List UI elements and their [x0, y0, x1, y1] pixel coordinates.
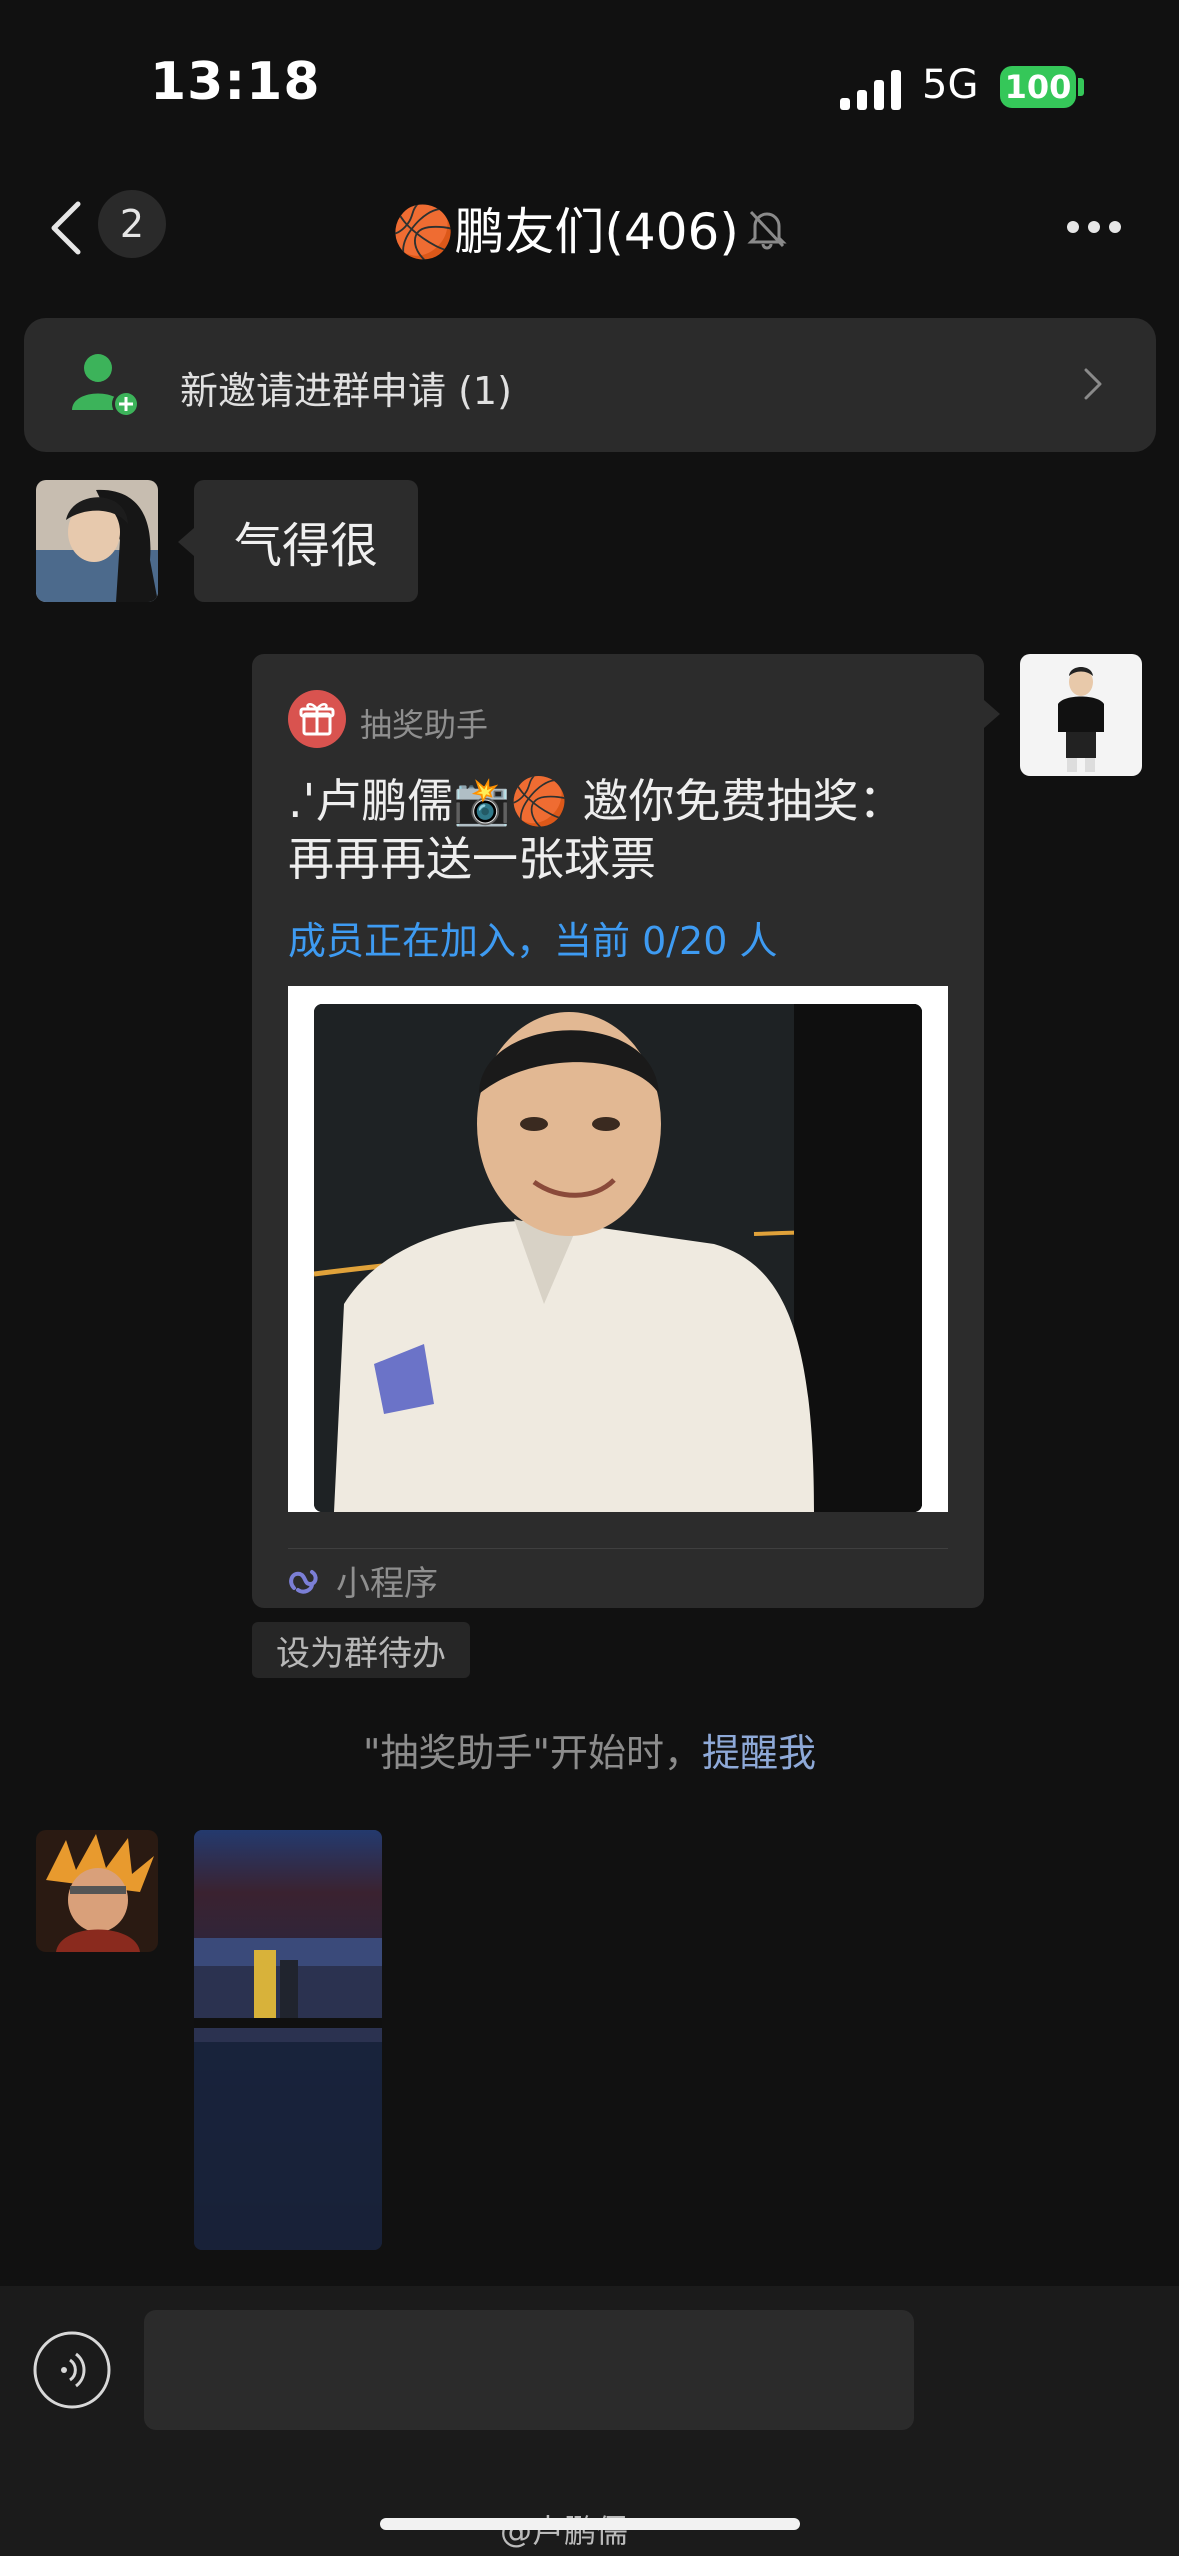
card-status: 成员正在加入，当前 0/20 人 — [288, 919, 778, 963]
my-avatar[interactable] — [1020, 654, 1142, 776]
add-member-icon — [72, 354, 140, 418]
player-avatar-image — [1020, 654, 1142, 776]
card-title: .'卢鹏儒📸🏀 邀你免费抽奖：再再再送一张球票 — [288, 774, 905, 886]
card-divider — [288, 1548, 948, 1549]
muted-bell-icon — [747, 210, 787, 250]
image-message[interactable] — [194, 1830, 382, 2250]
message-input[interactable] — [144, 2310, 914, 2430]
mini-program-label: 小程序 — [336, 1564, 438, 1604]
battery-tip — [1078, 78, 1084, 96]
voice-input-icon[interactable] — [32, 2330, 112, 2410]
message-bubble[interactable]: 气得很 — [194, 480, 419, 602]
video-screenshot-thumbnail — [194, 1830, 382, 2250]
remind-me-link[interactable]: 提醒我 — [702, 1731, 816, 1775]
mini-program-icon — [289, 1570, 318, 1594]
player-photo — [314, 1004, 922, 1512]
anime-avatar-image — [36, 1830, 158, 1952]
battery-indicator: 100 — [1000, 66, 1076, 108]
avatar[interactable] — [36, 1830, 158, 1952]
chat-title-bar: 🏀鹏友们(406) — [0, 192, 1179, 264]
avatar[interactable] — [36, 480, 158, 602]
reminder-notice: "抽奖助手"开始时，提醒我 — [0, 1722, 1179, 1777]
group-name[interactable]: 🏀鹏友们(406) — [392, 192, 739, 264]
home-indicator[interactable] — [380, 2518, 800, 2530]
chevron-right-icon — [1084, 368, 1102, 400]
girl-avatar-image — [36, 480, 158, 602]
bubble-tail — [178, 528, 194, 556]
signal-icon — [840, 70, 901, 110]
invite-banner-text: 新邀请进群申请 (1) — [180, 369, 512, 413]
network-type: 5G — [922, 62, 979, 108]
gift-icon — [288, 690, 346, 748]
status-time: 13:18 — [150, 52, 321, 112]
more-icon[interactable] — [1066, 220, 1122, 234]
card-app-name: 抽奖助手 — [360, 706, 489, 744]
set-todo-button[interactable]: 设为群待办 — [252, 1622, 470, 1678]
reminder-text: "抽奖助手"开始时， — [363, 1731, 702, 1775]
card-photo — [314, 1004, 922, 1512]
bubble-tail — [984, 700, 1000, 728]
